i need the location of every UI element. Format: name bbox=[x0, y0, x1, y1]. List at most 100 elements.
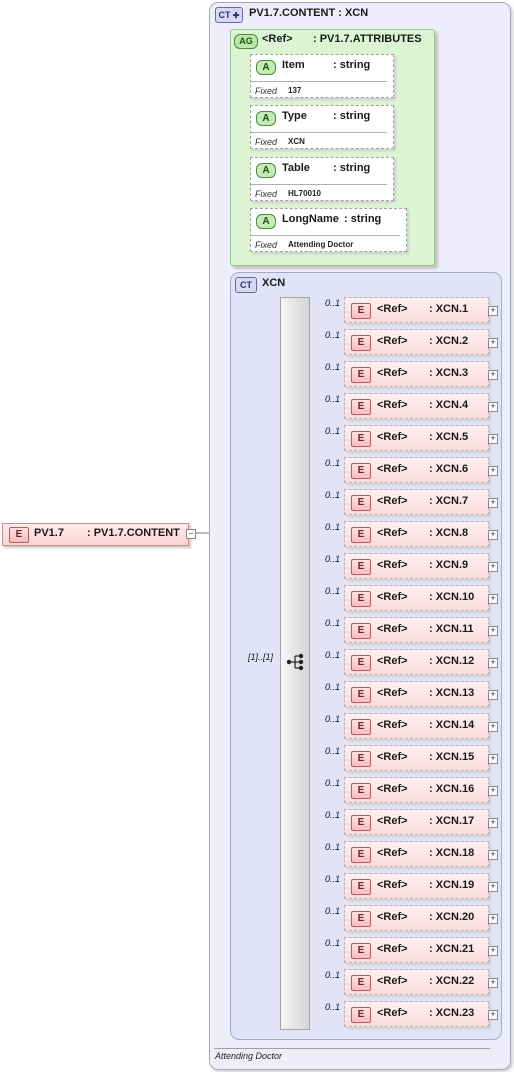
element-type: : XCN.21 bbox=[429, 943, 475, 955]
expand-toggle[interactable]: + bbox=[488, 306, 498, 316]
xcn-element-8[interactable]: E <Ref>: XCN.8 bbox=[344, 521, 489, 547]
xcn-element-4[interactable]: E <Ref>: XCN.4 bbox=[344, 393, 489, 419]
expand-toggle[interactable]: + bbox=[488, 754, 498, 764]
xcn-element-17[interactable]: E <Ref>: XCN.17 bbox=[344, 809, 489, 835]
xcn-element-22[interactable]: E <Ref>: XCN.22 bbox=[344, 969, 489, 995]
expand-toggle[interactable]: + bbox=[488, 1010, 498, 1020]
element-ref: <Ref> bbox=[377, 495, 408, 507]
attribute-separator bbox=[251, 81, 387, 82]
expand-toggle[interactable]: + bbox=[488, 690, 498, 700]
element-badge: E bbox=[351, 975, 371, 991]
collapse-toggle[interactable]: − bbox=[186, 529, 196, 539]
element-ref: <Ref> bbox=[377, 1007, 408, 1019]
expand-toggle[interactable]: + bbox=[488, 338, 498, 348]
expand-toggle[interactable]: + bbox=[488, 594, 498, 604]
element-multiplicity: 0..1 bbox=[325, 938, 341, 948]
element-ref: <Ref> bbox=[377, 431, 408, 443]
element-ref: <Ref> bbox=[377, 719, 408, 731]
fixed-label: Fixed bbox=[255, 86, 278, 96]
xcn-element-15[interactable]: E <Ref>: XCN.15 bbox=[344, 745, 489, 771]
element-ref: <Ref> bbox=[377, 335, 408, 347]
element-multiplicity: 0..1 bbox=[325, 746, 341, 756]
xcn-element-23[interactable]: E <Ref>: XCN.23 bbox=[344, 1001, 489, 1027]
element-ref: <Ref> bbox=[377, 527, 408, 539]
element-multiplicity: 0..1 bbox=[325, 330, 341, 340]
expand-toggle[interactable]: + bbox=[488, 850, 498, 860]
attribute-badge: A bbox=[256, 214, 276, 229]
attribute-badge: A bbox=[256, 163, 276, 178]
element-multiplicity: 0..1 bbox=[325, 362, 341, 372]
xcn-element-9[interactable]: E <Ref>: XCN.9 bbox=[344, 553, 489, 579]
expand-toggle[interactable]: + bbox=[488, 914, 498, 924]
element-ref: <Ref> bbox=[377, 623, 408, 635]
xcn-element-21[interactable]: E <Ref>: XCN.21 bbox=[344, 937, 489, 963]
element-badge: E bbox=[351, 783, 371, 799]
element-badge: E bbox=[351, 719, 371, 735]
expand-toggle[interactable]: + bbox=[488, 626, 498, 636]
element-badge: E bbox=[351, 303, 371, 319]
expand-toggle[interactable]: + bbox=[488, 722, 498, 732]
element-type: : XCN.22 bbox=[429, 975, 475, 987]
complex-type-badge: CT ✚ bbox=[215, 7, 243, 23]
attribute-item[interactable]: A Item : string Fixed 137 bbox=[250, 54, 394, 98]
attribute-name: LongName bbox=[282, 213, 339, 225]
expand-toggle[interactable]: + bbox=[488, 882, 498, 892]
expand-toggle[interactable]: + bbox=[488, 978, 498, 988]
expand-toggle[interactable]: + bbox=[488, 946, 498, 956]
element-ref: <Ref> bbox=[377, 655, 408, 667]
attribute-type: : string bbox=[333, 162, 371, 174]
attribute-table[interactable]: A Table : string Fixed HL70010 bbox=[250, 157, 394, 201]
complex-type-title: PV1.7.CONTENT : XCN bbox=[249, 7, 369, 19]
element-type: : XCN.9 bbox=[429, 559, 469, 571]
xcn-element-18[interactable]: E <Ref>: XCN.18 bbox=[344, 841, 489, 867]
element-ref: <Ref> bbox=[377, 911, 408, 923]
attribute-type: : string bbox=[333, 110, 371, 122]
xcn-element-7[interactable]: E <Ref>: XCN.7 bbox=[344, 489, 489, 515]
xcn-element-6[interactable]: E <Ref>: XCN.6 bbox=[344, 457, 489, 483]
xcn-element-11[interactable]: E <Ref>: XCN.11 bbox=[344, 617, 489, 643]
expand-toggle[interactable]: + bbox=[488, 466, 498, 476]
xcn-element-12[interactable]: E <Ref>: XCN.12 bbox=[344, 649, 489, 675]
element-type: : XCN.19 bbox=[429, 879, 475, 891]
xcn-element-3[interactable]: E <Ref>: XCN.3 bbox=[344, 361, 489, 387]
root-element-pv1-7[interactable]: E PV1.7 : PV1.7.CONTENT bbox=[2, 523, 189, 546]
element-type: : XCN.20 bbox=[429, 911, 475, 923]
attribute-name: Table bbox=[282, 162, 310, 174]
xcn-element-5[interactable]: E <Ref>: XCN.5 bbox=[344, 425, 489, 451]
xcn-element-2[interactable]: E <Ref>: XCN.2 bbox=[344, 329, 489, 355]
element-type: : XCN.16 bbox=[429, 783, 475, 795]
attribute-longname[interactable]: A LongName : string Fixed Attending Doct… bbox=[250, 208, 407, 252]
attribute-group-badge: AG bbox=[234, 34, 258, 49]
attribute-group-type: : PV1.7.ATTRIBUTES bbox=[313, 33, 422, 45]
expand-toggle[interactable]: + bbox=[488, 658, 498, 668]
xcn-element-13[interactable]: E <Ref>: XCN.13 bbox=[344, 681, 489, 707]
xcn-element-20[interactable]: E <Ref>: XCN.20 bbox=[344, 905, 489, 931]
attribute-group-ref: <Ref> bbox=[262, 33, 293, 45]
expand-toggle[interactable]: + bbox=[488, 498, 498, 508]
expand-toggle[interactable]: + bbox=[488, 530, 498, 540]
xcn-element-1[interactable]: E <Ref>: XCN.1 bbox=[344, 297, 489, 323]
element-badge: E bbox=[351, 463, 371, 479]
xcn-element-19[interactable]: E <Ref>: XCN.19 bbox=[344, 873, 489, 899]
element-badge: E bbox=[351, 527, 371, 543]
element-badge: E bbox=[351, 367, 371, 383]
element-multiplicity: 0..1 bbox=[325, 490, 341, 500]
expand-toggle[interactable]: + bbox=[488, 818, 498, 828]
element-type: : XCN.23 bbox=[429, 1007, 475, 1019]
expand-toggle[interactable]: + bbox=[488, 562, 498, 572]
xcn-element-16[interactable]: E <Ref>: XCN.16 bbox=[344, 777, 489, 803]
element-badge: E bbox=[351, 591, 371, 607]
xcn-element-10[interactable]: E <Ref>: XCN.10 bbox=[344, 585, 489, 611]
documentation-text: Attending Doctor bbox=[215, 1051, 283, 1061]
element-ref: <Ref> bbox=[377, 591, 408, 603]
xcn-element-14[interactable]: E <Ref> : XCN.14 bbox=[344, 713, 489, 739]
expand-toggle[interactable]: + bbox=[488, 370, 498, 380]
expand-toggle[interactable]: + bbox=[488, 402, 498, 412]
attribute-type: : string bbox=[333, 59, 371, 71]
element-type: : XCN.14 bbox=[429, 719, 475, 731]
expand-toggle[interactable]: + bbox=[488, 434, 498, 444]
attribute-type-field[interactable]: A Type : string Fixed XCN bbox=[250, 105, 394, 149]
element-type: : XCN.12 bbox=[429, 655, 475, 667]
element-ref: <Ref> bbox=[377, 463, 408, 475]
expand-toggle[interactable]: + bbox=[488, 786, 498, 796]
